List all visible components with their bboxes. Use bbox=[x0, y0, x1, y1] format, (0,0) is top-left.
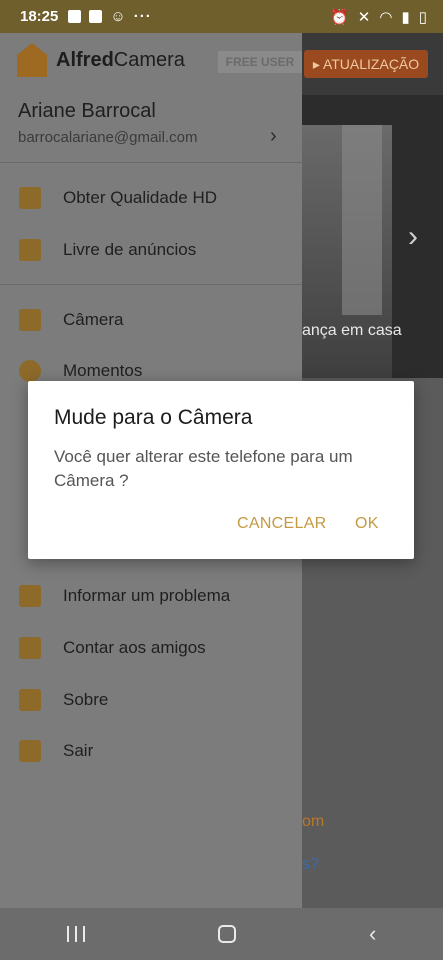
ok-button[interactable]: OK bbox=[355, 515, 379, 533]
gallery-icon bbox=[89, 10, 103, 23]
back-icon[interactable]: ‹ bbox=[369, 921, 376, 947]
status-bar: 18:25 ☺ ··· ⏰ ✕ ◠ ▮ ▯ bbox=[0, 0, 443, 33]
facebook-icon bbox=[68, 10, 82, 23]
alarm-icon: ⏰ bbox=[330, 8, 349, 26]
status-time: 18:25 bbox=[20, 8, 59, 25]
recent-apps-icon[interactable] bbox=[66, 926, 85, 942]
home-icon[interactable] bbox=[217, 925, 236, 943]
battery-icon: ▯ bbox=[418, 8, 427, 26]
dialog-title: Mude para o Câmera bbox=[54, 406, 253, 429]
dialog-message: Você quer alterar este telefone para um … bbox=[54, 447, 353, 490]
system-nav-bar: ‹ bbox=[0, 908, 443, 960]
signal-icon: ▮ bbox=[401, 8, 410, 26]
wifi-icon: ◠ bbox=[379, 8, 393, 26]
mute-icon: ✕ bbox=[357, 8, 371, 26]
cancel-button[interactable]: CANCELAR bbox=[237, 515, 327, 533]
smiley-icon: ☺ bbox=[110, 8, 126, 25]
more-notifications-icon: ··· bbox=[133, 8, 152, 25]
confirm-dialog: Mude para o Câmera Você quer alterar est… bbox=[28, 381, 414, 559]
